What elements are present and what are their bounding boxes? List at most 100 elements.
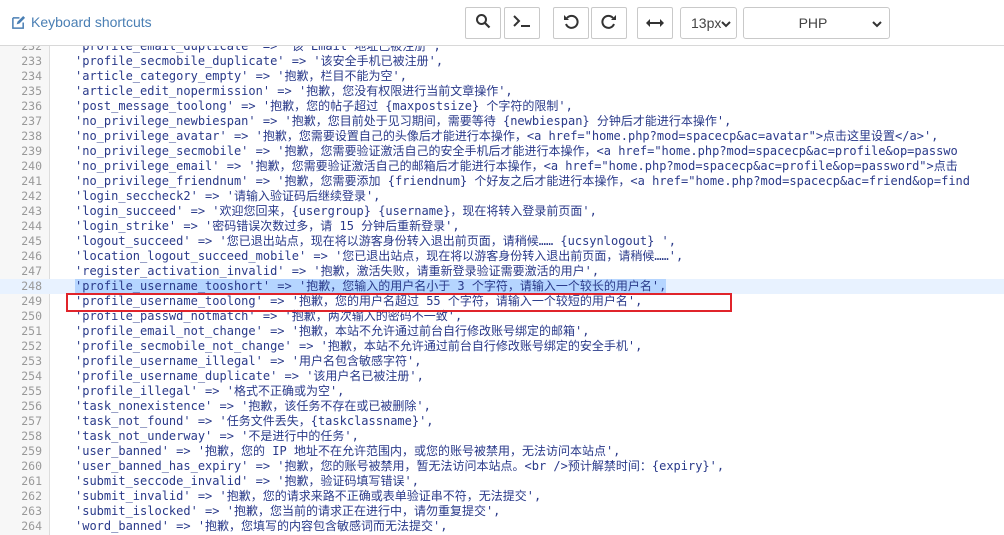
- code-text[interactable]: 'profile_username_tooshort' => '抱歉，您输入的用…: [75, 279, 667, 294]
- code-text[interactable]: 'task_not_found' => '任务文件丢失，{taskclassna…: [75, 414, 434, 429]
- code-line[interactable]: 260 'user_banned_has_expiry' => '抱歉，您的账号被…: [0, 459, 1004, 474]
- line-number: 262: [21, 489, 42, 503]
- language-select[interactable]: PHP: [743, 7, 890, 39]
- code-editor[interactable]: 232 'profile_email_duplicate' => '该 Email…: [0, 46, 1004, 535]
- code-text[interactable]: 'location_logout_succeed_mobile' => '您已退…: [75, 249, 683, 264]
- line-number: 243: [21, 204, 42, 218]
- code-line[interactable]: 255 'profile_illegal' => '格式不正确或为空',: [0, 384, 1004, 399]
- search-button[interactable]: [465, 7, 501, 39]
- code-text[interactable]: 'article_edit_nopermission' => '抱歉，您没有权限…: [75, 84, 513, 99]
- code-text[interactable]: 'submit_seccode_invalid' => '抱歉，验证码填写错误'…: [75, 474, 419, 489]
- code-line[interactable]: 233 'profile_secmobile_duplicate' => '该安全…: [0, 54, 1004, 69]
- code-text[interactable]: 'login_strike' => '密码错误次数过多，请 15 分钟后重新登录…: [75, 219, 460, 234]
- line-number: 257: [21, 414, 42, 428]
- search-icon: [475, 13, 491, 33]
- line-number: 263: [21, 504, 42, 518]
- code-text[interactable]: 'profile_username_duplicate' => '该用户名已被注…: [75, 369, 424, 384]
- code-text[interactable]: 'submit_invalid' => '抱歉，您的请求来路不正确或表单验证串不…: [75, 489, 541, 504]
- line-number: 249: [21, 294, 42, 308]
- code-line[interactable]: 242 'login_seccheck2' => '请输入验证码后继续登录',: [0, 189, 1004, 204]
- code-line[interactable]: 239 'no_privilege_secmobile' => '抱歉，您需要验证…: [0, 144, 1004, 159]
- code-line[interactable]: 240 'no_privilege_email' => '抱歉，您需要验证激活自己…: [0, 159, 1004, 174]
- code-text[interactable]: 'logout_succeed' => '您已退出站点，现在将以游客身份转入退出…: [75, 234, 676, 249]
- code-text[interactable]: 'article_category_empty' => '抱歉，栏目不能为空',: [75, 69, 407, 84]
- code-line[interactable]: 258 'task_not_underway' => '不是进行中的任务',: [0, 429, 1004, 444]
- terminal-icon: [512, 13, 532, 33]
- redo-button[interactable]: [591, 7, 627, 39]
- font-size-select[interactable]: 13px: [680, 7, 737, 39]
- code-text[interactable]: 'profile_secmobile_duplicate' => '该安全手机已…: [75, 54, 443, 69]
- code-line[interactable]: 236 'post_message_toolong' => '抱歉，您的帖子超过 …: [0, 99, 1004, 114]
- code-line[interactable]: 232 'profile_email_duplicate' => '该 Email…: [0, 46, 1004, 54]
- keyboard-shortcuts-link[interactable]: Keyboard shortcuts: [11, 14, 152, 30]
- code-text[interactable]: 'no_privilege_newbiespan' => '抱歉，您目前处于见习…: [75, 114, 731, 129]
- redo-icon: [601, 13, 617, 33]
- code-text[interactable]: 'task_nonexistence' => '抱歉，该任务不存在或已被删除',: [75, 399, 431, 414]
- arrows-horizontal-icon: [646, 14, 664, 33]
- line-number: 253: [21, 354, 42, 368]
- line-number: 258: [21, 429, 42, 443]
- code-line[interactable]: 261 'submit_seccode_invalid' => '抱歉，验证码填写…: [0, 474, 1004, 489]
- code-line[interactable]: 247 'register_activation_invalid' => '抱歉，…: [0, 264, 1004, 279]
- line-number: 238: [21, 129, 42, 143]
- code-line[interactable]: 251 'profile_email_not_change' => '抱歉，本站不…: [0, 324, 1004, 339]
- code-text[interactable]: 'no_privilege_secmobile' => '抱歉，您需要验证激活自…: [75, 144, 958, 159]
- line-number: 261: [21, 474, 42, 488]
- code-line[interactable]: 245 'logout_succeed' => '您已退出站点，现在将以游客身份转…: [0, 234, 1004, 249]
- code-text[interactable]: 'no_privilege_email' => '抱歉，您需要验证激活自己的邮箱…: [75, 159, 958, 174]
- code-lines: 232 'profile_email_duplicate' => '该 Email…: [0, 46, 1004, 534]
- code-text[interactable]: 'no_privilege_friendnum' => '抱歉，您需要添加 {f…: [75, 174, 970, 189]
- line-number: 240: [21, 159, 42, 173]
- code-line[interactable]: 263 'submit_islocked' => '抱歉，您当前的请求正在进行中，…: [0, 504, 1004, 519]
- code-text[interactable]: 'word_banned' => '抱歉，您填写的内容包含敏感词而无法提交',: [75, 519, 448, 534]
- line-number: 260: [21, 459, 42, 473]
- highlight-annotation-box: [66, 293, 732, 312]
- code-line[interactable]: 238 'no_privilege_avatar' => '抱歉，您需要设置自己的…: [0, 129, 1004, 144]
- code-line[interactable]: 237 'no_privilege_newbiespan' => '抱歉，您目前处…: [0, 114, 1004, 129]
- line-number: 245: [21, 234, 42, 248]
- code-text[interactable]: 'user_banned' => '抱歉，您的 IP 地址不在允许范围内，或您的…: [75, 444, 620, 459]
- code-text[interactable]: 'login_seccheck2' => '请输入验证码后继续登录',: [75, 189, 380, 204]
- line-number: 239: [21, 144, 42, 158]
- terminal-button[interactable]: [504, 7, 540, 39]
- code-text[interactable]: 'profile_email_not_change' => '抱歉，本站不允许通…: [75, 324, 589, 339]
- code-line[interactable]: 235 'article_edit_nopermission' => '抱歉，您没…: [0, 84, 1004, 99]
- code-text[interactable]: 'profile_username_illegal' => '用户名包含敏感字符…: [75, 354, 421, 369]
- line-number: 255: [21, 384, 42, 398]
- code-text[interactable]: 'register_activation_invalid' => '抱歉，激活失…: [75, 264, 599, 279]
- line-number: 235: [21, 84, 42, 98]
- code-line[interactable]: 253 'profile_username_illegal' => '用户名包含敏…: [0, 354, 1004, 369]
- code-line[interactable]: 259 'user_banned' => '抱歉，您的 IP 地址不在允许范围内，…: [0, 444, 1004, 459]
- code-line[interactable]: 244 'login_strike' => '密码错误次数过多，请 15 分钟后重…: [0, 219, 1004, 234]
- code-line[interactable]: 243 'login_succeed' => '欢迎您回来，{usergroup}…: [0, 204, 1004, 219]
- code-line[interactable]: 264 'word_banned' => '抱歉，您填写的内容包含敏感词而无法提交…: [0, 519, 1004, 534]
- code-line[interactable]: 241 'no_privilege_friendnum' => '抱歉，您需要添加…: [0, 174, 1004, 189]
- undo-button[interactable]: [553, 7, 589, 39]
- code-text[interactable]: 'user_banned_has_expiry' => '抱歉，您的账号被禁用，…: [75, 459, 724, 474]
- code-text[interactable]: 'post_message_toolong' => '抱歉，您的帖子超过 {ma…: [75, 99, 573, 114]
- code-line[interactable]: 246 'location_logout_succeed_mobile' => '…: [0, 249, 1004, 264]
- code-line[interactable]: 234 'article_category_empty' => '抱歉，栏目不能为…: [0, 69, 1004, 84]
- wrap-toggle-button[interactable]: [637, 7, 673, 39]
- code-text[interactable]: 'submit_islocked' => '抱歉，您当前的请求正在进行中，请勿重…: [75, 504, 500, 519]
- code-line[interactable]: 252 'profile_secmobile_not_change' => '抱歉…: [0, 339, 1004, 354]
- code-line[interactable]: 257 'task_not_found' => '任务文件丢失，{taskclas…: [0, 414, 1004, 429]
- code-text[interactable]: 'profile_illegal' => '格式不正确或为空',: [75, 384, 344, 399]
- code-line[interactable]: 254 'profile_username_duplicate' => '该用户名…: [0, 369, 1004, 384]
- chevron-down-icon: [872, 15, 882, 31]
- code-text[interactable]: 'profile_email_duplicate' => '该 Email 地址…: [75, 46, 441, 54]
- code-line[interactable]: 248 'profile_username_tooshort' => '抱歉，您输…: [0, 279, 1004, 294]
- code-line[interactable]: 256 'task_nonexistence' => '抱歉，该任务不存在或已被删…: [0, 399, 1004, 414]
- code-text[interactable]: 'profile_secmobile_not_change' => '抱歉，本站…: [75, 339, 642, 354]
- code-line[interactable]: 262 'submit_invalid' => '抱歉，您的请求来路不正确或表单验…: [0, 489, 1004, 504]
- line-number: 241: [21, 174, 42, 188]
- code-text[interactable]: 'task_not_underway' => '不是进行中的任务',: [75, 429, 359, 444]
- chevron-down-icon: [721, 15, 732, 31]
- line-number: 248: [21, 279, 42, 293]
- line-number: 244: [21, 219, 42, 233]
- code-text[interactable]: 'no_privilege_avatar' => '抱歉，您需要设置自己的头像后…: [75, 129, 938, 144]
- line-number: 252: [21, 339, 42, 353]
- code-text[interactable]: 'login_succeed' => '欢迎您回来，{usergroup} {u…: [75, 204, 597, 219]
- line-number: 237: [21, 114, 42, 128]
- language-value: PHP: [798, 15, 828, 31]
